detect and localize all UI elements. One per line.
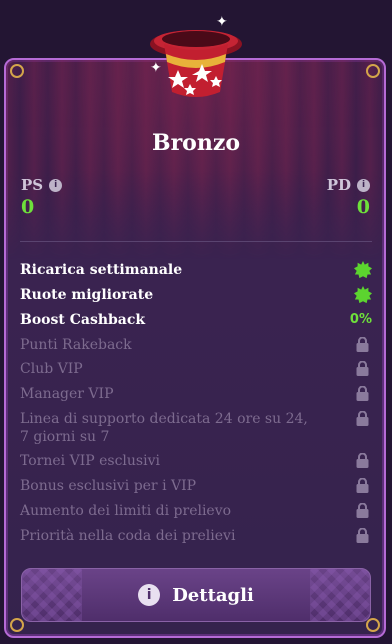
feature-label: Ruote migliorate [20, 287, 154, 303]
feature-label: Club VIP [20, 361, 83, 377]
magic-hat-icon [150, 30, 242, 97]
ps-value: 0 [21, 196, 35, 218]
sparkle-icon: ✦ [150, 60, 162, 76]
lock-icon [356, 337, 369, 352]
divider [20, 241, 372, 242]
feature-item: Punti Rakeback [20, 336, 372, 354]
feature-item: Priorità nella coda dei prelievi [20, 527, 372, 545]
feature-label: Ricarica settimanale [20, 262, 183, 278]
lock-icon [356, 528, 369, 543]
feature-item: Boost Cashback 0% [20, 311, 372, 329]
feature-item: Manager VIP [20, 385, 372, 403]
feature-label: Manager VIP [20, 386, 114, 402]
pd-label: PD i [327, 176, 370, 194]
check-badge-icon [354, 286, 372, 304]
feature-label: Linea di supporto dedicata 24 ore su 24,… [20, 411, 308, 445]
feature-item: Bonus esclusivi per i VIP [20, 477, 372, 495]
details-button[interactable]: i Dettagli [21, 568, 371, 622]
feature-label: Tornei VIP esclusivi [20, 453, 160, 469]
button-pattern [310, 569, 370, 621]
feature-item: Ricarica settimanale [20, 261, 372, 279]
corner-ornament [10, 64, 24, 78]
lock-icon [356, 361, 369, 376]
info-icon: i [138, 584, 161, 606]
feature-label: Priorità nella coda dei prelievi [20, 528, 236, 544]
ps-label-text: PS [21, 176, 44, 194]
info-icon[interactable]: i [49, 178, 63, 192]
info-icon[interactable]: i [357, 178, 370, 192]
feature-label: Aumento dei limiti di prelievo [20, 503, 232, 519]
check-badge-icon [354, 261, 372, 279]
lock-icon [356, 411, 369, 426]
feature-item: Tornei VIP esclusivi [20, 452, 372, 470]
pd-label-text: PD [326, 176, 351, 194]
pd-value: 0 [356, 196, 370, 218]
corner-ornament [366, 64, 380, 78]
lock-icon [356, 453, 369, 468]
feature-item: Ruote migliorate [20, 286, 372, 304]
feature-label: Punti Rakeback [20, 337, 132, 353]
ps-label: PS i [21, 176, 63, 194]
details-button-label: Dettagli [172, 584, 254, 606]
lock-icon [356, 478, 369, 493]
feature-item: Aumento dei limiti di prelievo [20, 502, 372, 520]
feature-item: Linea di supporto dedicata 24 ore su 24,… [20, 410, 372, 446]
feature-label: Bonus esclusivi per i VIP [20, 478, 197, 494]
sparkle-icon: ✦ [216, 14, 228, 30]
lock-icon [356, 503, 369, 518]
lock-icon [356, 386, 369, 401]
tier-name: Bronzo [151, 130, 241, 156]
feature-label: Boost Cashback [20, 312, 146, 328]
feature-item: Club VIP [20, 360, 372, 378]
cashback-percent: 0% [349, 312, 372, 327]
button-pattern [22, 569, 82, 621]
